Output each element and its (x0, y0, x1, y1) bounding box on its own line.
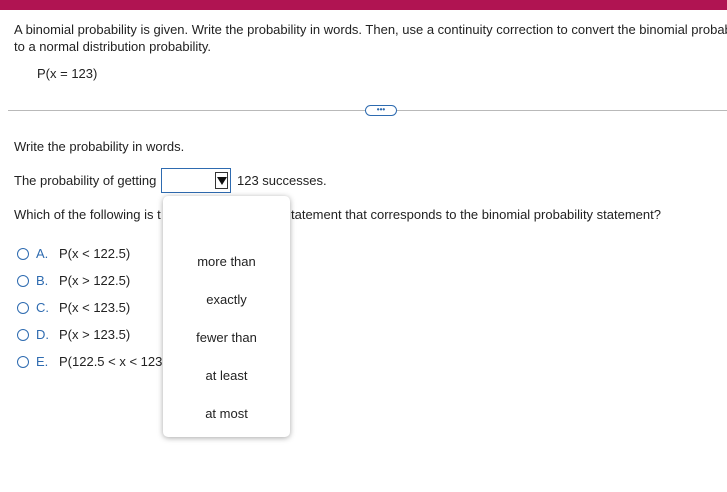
option-letter: B. (36, 273, 49, 288)
sentence-suffix: 123 successes. (237, 173, 327, 188)
dropdown-item-fewer-than[interactable]: fewer than (163, 330, 290, 345)
top-accent-bar (0, 0, 727, 10)
radio-icon[interactable] (17, 248, 29, 260)
option-letter: A. (36, 246, 49, 261)
radio-icon[interactable] (17, 275, 29, 287)
more-options-button[interactable]: ••• (365, 105, 397, 116)
question-1-heading: Write the probability in words. (14, 139, 185, 154)
probability-expression: P(x = 123) (37, 66, 98, 81)
sentence-prefix: The probability of getting (14, 173, 157, 188)
problem-prompt: A binomial probability is given. Write t… (14, 21, 727, 55)
comparison-select[interactable] (161, 168, 231, 193)
option-text: P(x > 123.5) (59, 327, 131, 342)
radio-icon[interactable] (17, 302, 29, 314)
question-2-end: tatement that corresponds to the binomia… (291, 207, 661, 222)
question-2-text: Which of the following is t tatement tha… (14, 207, 661, 222)
option-letter: E. (36, 354, 49, 369)
radio-icon[interactable] (17, 356, 29, 368)
radio-icon[interactable] (17, 329, 29, 341)
ellipsis-icon: ••• (376, 105, 386, 114)
dropdown-item-at-least[interactable]: at least (163, 368, 290, 383)
option-text: P(x < 122.5) (59, 246, 131, 261)
option-text: P(x < 123.5) (59, 300, 131, 315)
option-text: P(x > 122.5) (59, 273, 131, 288)
option-text: P(122.5 < x < 123. (59, 354, 166, 369)
chevron-down-icon[interactable] (215, 172, 228, 189)
dropdown-item-at-most[interactable]: at most (163, 406, 290, 421)
dropdown-item-more-than[interactable]: more than (163, 254, 290, 269)
prompt-line-2: to a normal distribution probability. (14, 39, 212, 54)
option-letter: D. (36, 327, 49, 342)
prompt-line-1: A binomial probability is given. Write t… (14, 22, 727, 37)
question-2-start: Which of the following is t (14, 207, 161, 222)
option-letter: C. (36, 300, 49, 315)
dropdown-item-exactly[interactable]: exactly (163, 292, 290, 307)
comparison-dropdown-menu: more than exactly fewer than at least at… (163, 196, 290, 437)
